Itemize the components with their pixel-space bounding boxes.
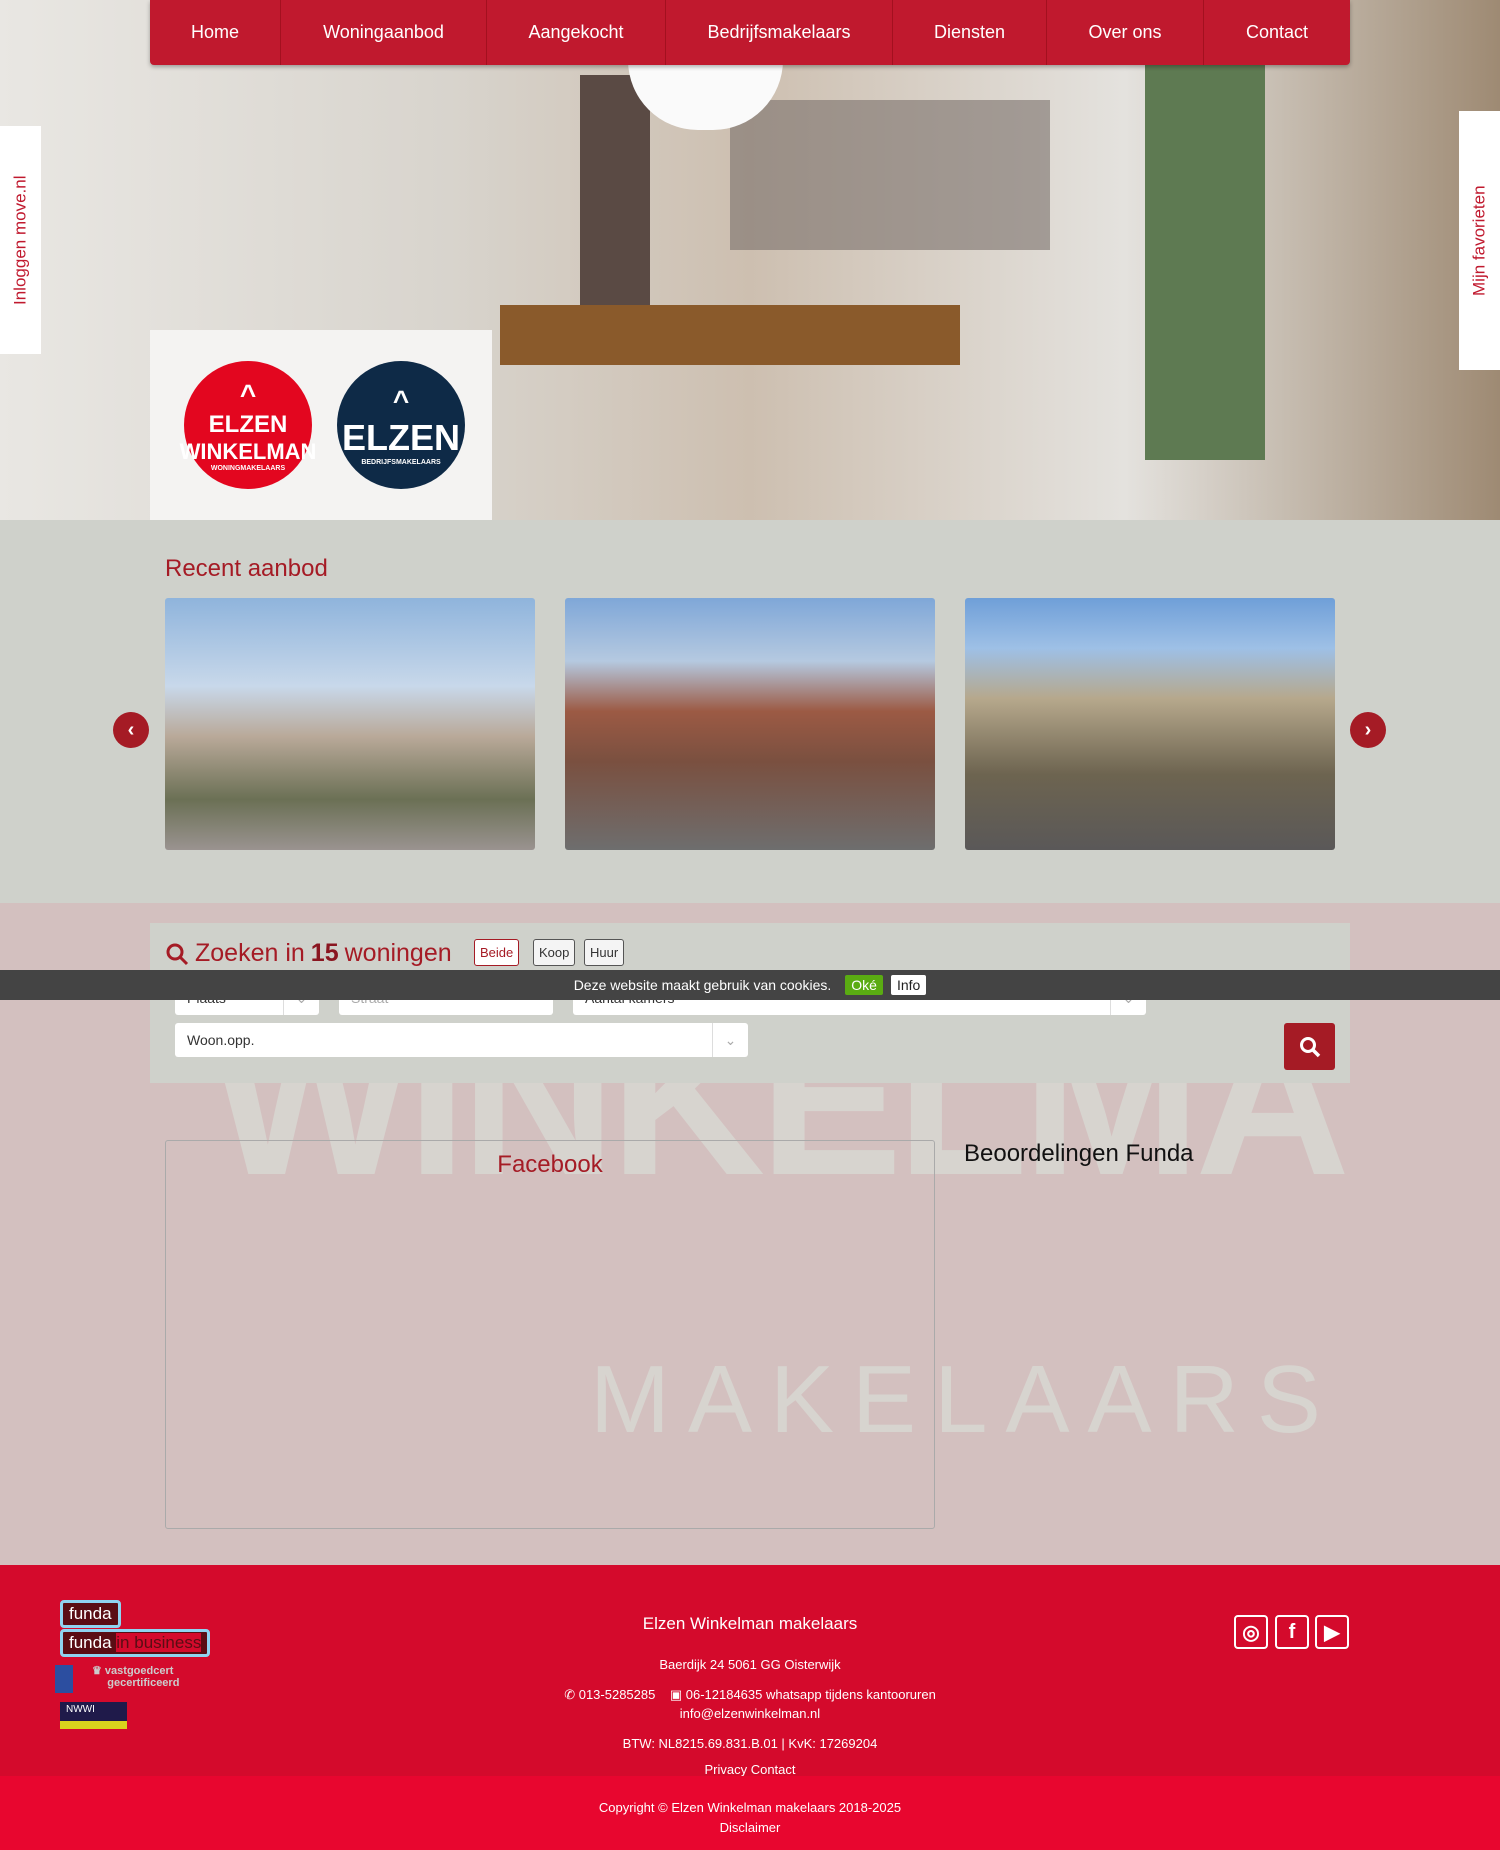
nav-contact[interactable]: Contact [1204, 0, 1350, 65]
chevron-right-icon[interactable]: › [1350, 712, 1386, 748]
phone-link[interactable]: 013-5285285 [579, 1687, 656, 1702]
nav-woningaanbod[interactable]: Woningaanbod [281, 0, 487, 65]
nav-bedrijfsmakelaars[interactable]: Bedrijfsmakelaars [666, 0, 893, 65]
footer-btw: BTW: NL8215.69.831.B.01 | KvK: 17269204 [622, 1736, 878, 1751]
facebook-icon[interactable]: f [1275, 1615, 1309, 1649]
nav-aangekocht[interactable]: Aangekocht [487, 0, 666, 65]
footer-links[interactable]: Privacy Contact [0, 1763, 1500, 1777]
search-icon [1299, 1036, 1320, 1057]
disclaimer-link[interactable]: Disclaimer [0, 1818, 1500, 1838]
funda-reviews-title: Beoordelingen Funda [964, 1140, 1194, 1167]
nav-diensten[interactable]: Diensten [893, 0, 1047, 65]
cookie-bar: Deze website maakt gebruik van cookies. … [0, 970, 1500, 1000]
favorites-tab[interactable]: Mijn favorieten [1459, 111, 1500, 370]
footer-address: Baerdijk 24 5061 GG Oisterwijk [659, 1657, 841, 1672]
footer-phones: ✆ 013-5285285 ▣ 06-12184635 whatsapp tij… [0, 1687, 1500, 1703]
mobile-link[interactable]: 06-12184635 whatsapp tijdens kantooruren [686, 1687, 936, 1702]
cookie-text: Deze website maakt gebruik van cookies. [573, 977, 832, 993]
chevron-down-icon: ⌄ [712, 1023, 748, 1057]
instagram-icon[interactable]: ◎ [1234, 1615, 1268, 1649]
elzen-winkelman-logo[interactable]: ^ ELZEN WINKELMAN WONINGMAKELAARS [180, 361, 316, 489]
type-beide-button[interactable]: Beide [474, 939, 520, 966]
facebook-title: Facebook [497, 1151, 603, 1178]
search-icon [166, 943, 189, 965]
search-title: Zoeken in 15 woningen [165, 939, 452, 968]
mobile-icon: ▣ [669, 1687, 683, 1702]
facebook-widget: Facebook [165, 1140, 935, 1529]
footer-bottom: Copyright © Elzen Winkelman makelaars 20… [0, 1776, 1500, 1850]
login-tab[interactable]: Inloggen move.nl [0, 126, 41, 354]
search-panel: Zoeken in15woningen Beide Koop Huur Plaa… [150, 923, 1350, 1083]
chevron-left-icon[interactable]: ‹ [113, 712, 149, 748]
copyright: Copyright © Elzen Winkelman makelaars 20… [598, 1800, 902, 1815]
main-nav: Home Woningaanbod Aangekocht Bedrijfsmak… [150, 0, 1350, 65]
woonopp-select[interactable]: Woon.opp. ⌄ [175, 1023, 748, 1057]
property-thumb-1[interactable] [165, 598, 535, 850]
cookie-info-button[interactable]: Info [890, 975, 927, 995]
nav-home[interactable]: Home [150, 0, 281, 65]
youtube-icon[interactable]: ▶ [1315, 1615, 1349, 1649]
footer: funda funda in business ♛ vastgoedcert g… [0, 1565, 1500, 1777]
property-thumb-2[interactable] [565, 598, 935, 850]
type-huur-button[interactable]: Huur [584, 939, 625, 966]
type-koop-button[interactable]: Koop [533, 939, 576, 966]
elzen-bedrijfsmakelaars-logo[interactable]: ^ ELZEN BEDRIJFSMAKELAARS [337, 361, 465, 489]
cookie-ok-button[interactable]: Oké [845, 975, 883, 995]
property-thumb-3[interactable] [965, 598, 1335, 850]
search-button[interactable] [1284, 1023, 1335, 1070]
logo-panel: ^ ELZEN WINKELMAN WONINGMAKELAARS ^ ELZE… [150, 330, 492, 520]
email-link[interactable]: info@elzenwinkelman.nl [0, 1706, 1500, 1721]
nav-over-ons[interactable]: Over ons [1047, 0, 1204, 65]
recent-title: Recent aanbod [165, 555, 328, 582]
phone-icon: ✆ [564, 1687, 576, 1702]
